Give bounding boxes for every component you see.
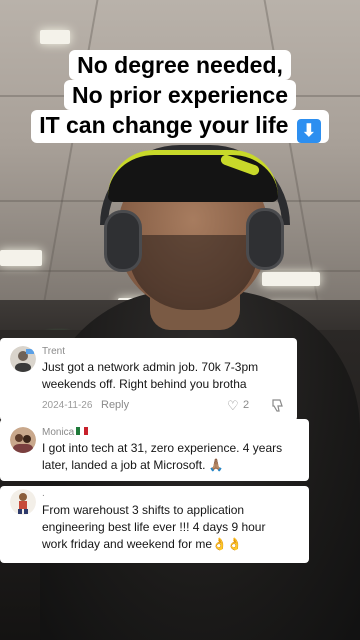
person-cap bbox=[108, 150, 278, 202]
reply-button[interactable]: Reply bbox=[101, 399, 129, 411]
headphone-right-icon bbox=[246, 208, 284, 270]
comment-date: 2024-11-26 bbox=[42, 400, 93, 411]
user-avatar-icon[interactable] bbox=[10, 489, 36, 515]
user-avatar-icon[interactable] bbox=[10, 427, 36, 453]
heart-icon[interactable]: ♡ bbox=[227, 399, 239, 412]
comment-author[interactable]: Trent bbox=[42, 346, 65, 357]
comment-text-line: From warehoust 3 shifts to application bbox=[42, 503, 245, 517]
ceiling-light bbox=[40, 30, 70, 44]
headline-caption: No degree needed, No prior experience IT… bbox=[0, 50, 360, 143]
comment-text-line: I got into tech at 31, zero experience. … bbox=[42, 441, 283, 455]
comment-author-name: Monica bbox=[42, 427, 75, 438]
comment-author[interactable]: Monica bbox=[42, 427, 89, 438]
ceiling-light bbox=[0, 250, 42, 266]
comment-card[interactable]: . From warehoust 3 shifts to application… bbox=[0, 486, 309, 563]
headline-line-2: No prior experience bbox=[63, 80, 297, 110]
ceiling-light bbox=[262, 272, 320, 286]
comment-text-line: weekends off. Right behind you brotha bbox=[42, 377, 247, 391]
like-count: 2 bbox=[243, 399, 250, 411]
comment-author[interactable]: . bbox=[42, 488, 45, 499]
comment-text-line: work friday and weekend for me👌👌 bbox=[42, 537, 242, 551]
down-arrow-emoji-icon: ⬇ bbox=[296, 119, 321, 143]
mexico-flag-icon bbox=[76, 427, 89, 435]
comment-text-line: Just got a network admin job. 70k 7-3pm bbox=[42, 360, 259, 374]
headphone-left-icon bbox=[104, 210, 142, 272]
headline-line-1: No degree needed, bbox=[69, 50, 291, 80]
comment-card[interactable]: Trent Just got a network admin job. 70k … bbox=[0, 338, 297, 421]
user-avatar-icon[interactable] bbox=[10, 346, 36, 372]
comment-text-line: later, landed a job at Microsoft. 🙏🏽 bbox=[42, 458, 224, 472]
comment-text-line: engineering best life ever !!! 4 days 9 … bbox=[42, 520, 266, 534]
comment-card[interactable]: Monica I got into tech at 31, zero exper… bbox=[0, 419, 309, 481]
dislike-icon[interactable] bbox=[271, 399, 284, 414]
headline-line-3-text: IT can change your life bbox=[39, 112, 289, 138]
headline-line-3: IT can change your life ⬇ bbox=[31, 110, 329, 143]
